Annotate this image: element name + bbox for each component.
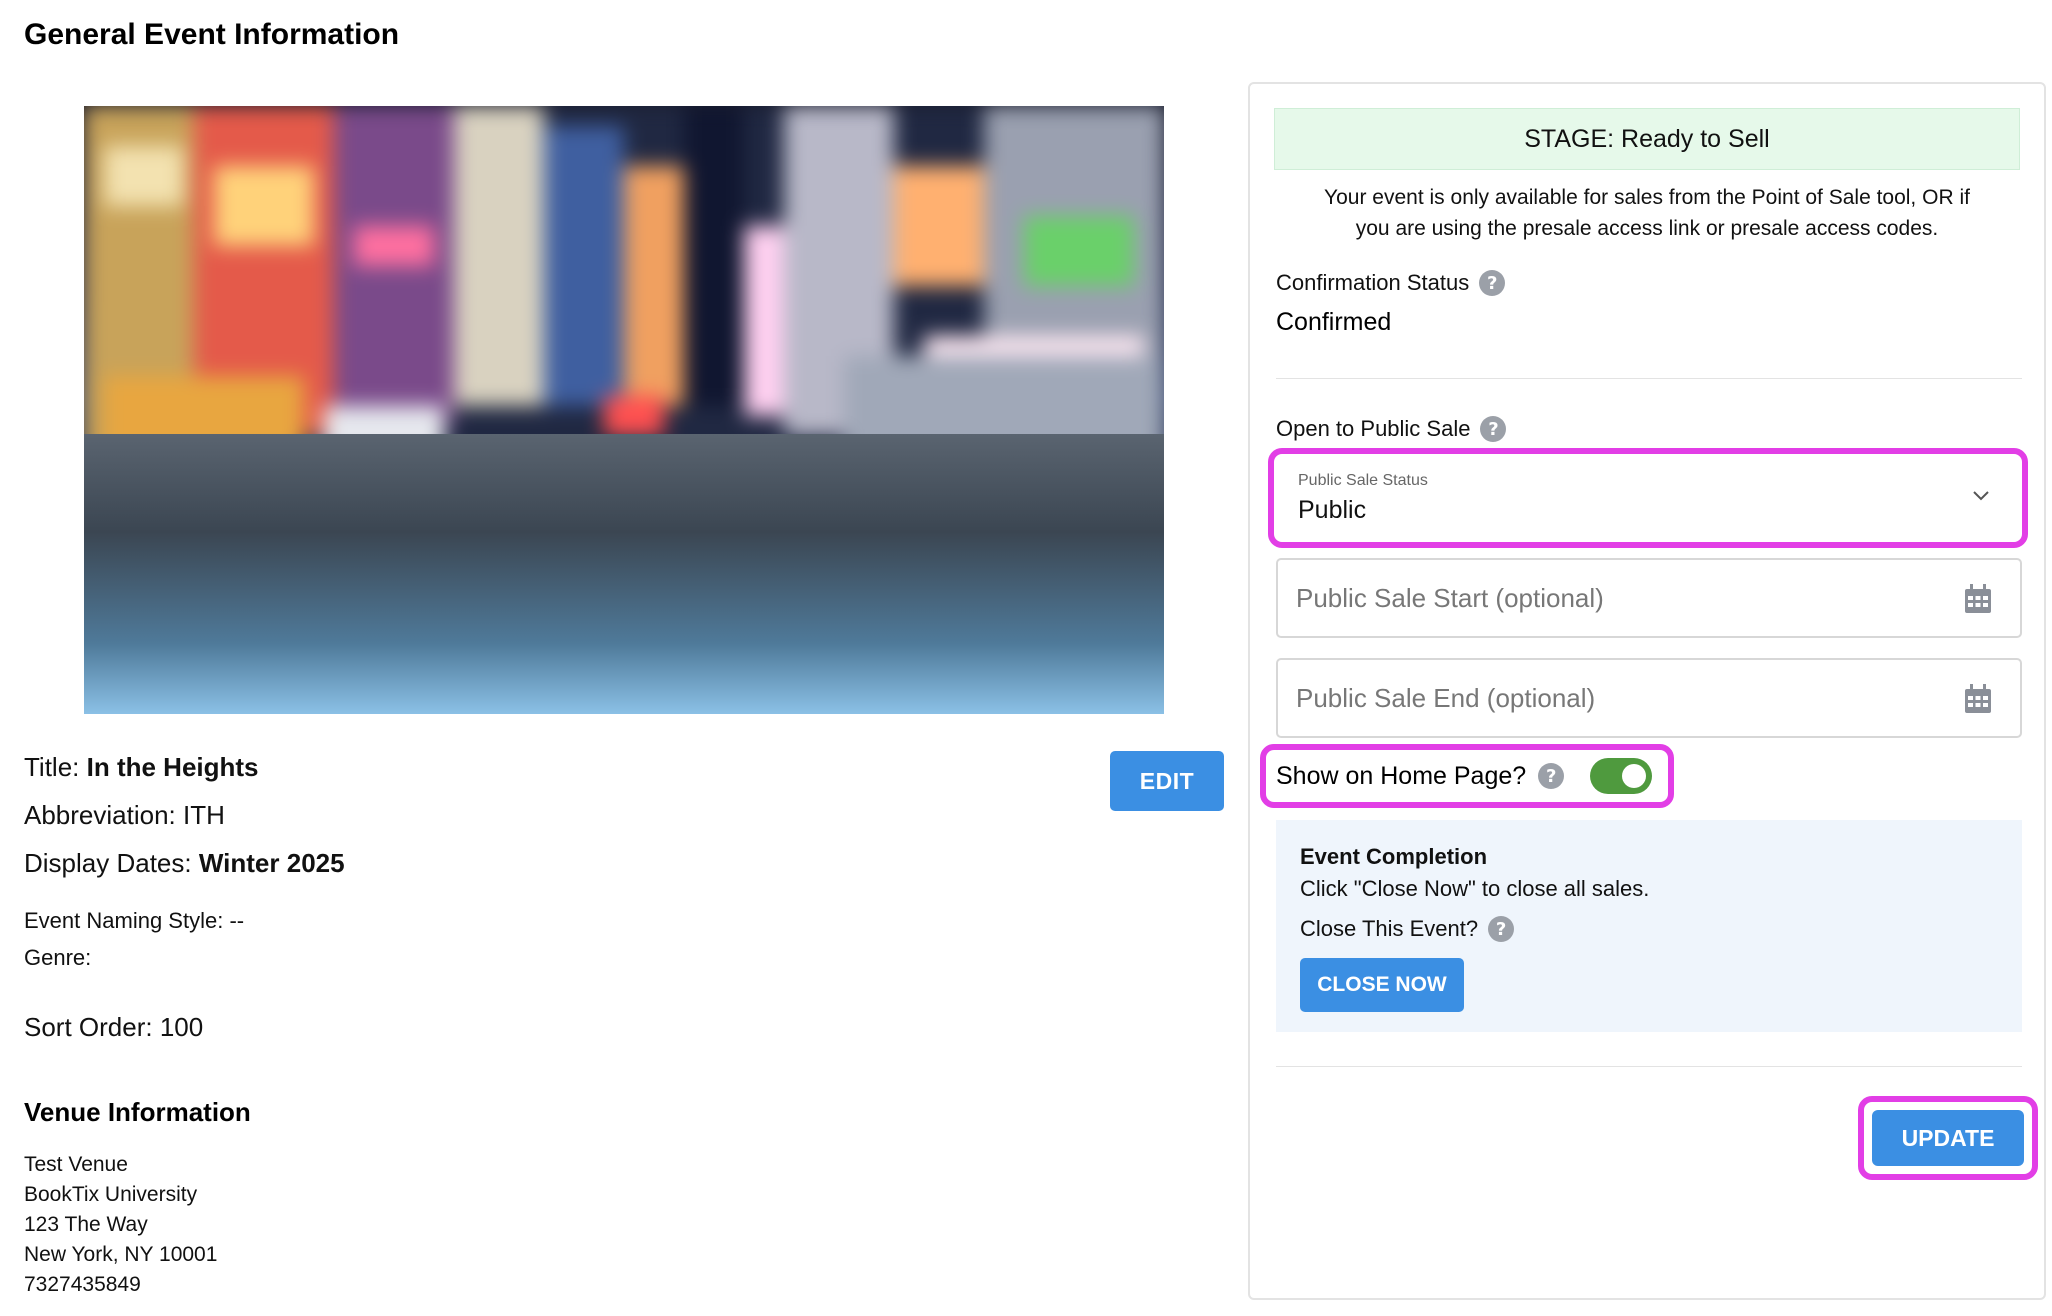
venue-name: Test Venue: [24, 1153, 128, 1176]
edit-button[interactable]: EDIT: [1110, 751, 1224, 811]
naming-style-value: --: [229, 908, 245, 933]
public-sale-start-input[interactable]: [1296, 578, 1896, 618]
update-button[interactable]: UPDATE: [1872, 1110, 2024, 1166]
event-completion-title: Event Completion: [1300, 844, 1488, 869]
help-icon[interactable]: ?: [1480, 416, 1507, 442]
public-sale-status-label: Public Sale Status: [1298, 472, 1428, 489]
sort-order-line: Sort Order: 100: [24, 1012, 204, 1042]
venue-heading: Venue Information: [24, 1097, 251, 1127]
public-sale-status-value: Public: [1298, 496, 1367, 524]
toggle-knob: [1622, 764, 1647, 788]
help-icon[interactable]: ?: [1538, 763, 1565, 789]
public-sale-end-input[interactable]: [1296, 678, 1896, 718]
public-sale-end-field[interactable]: [1276, 658, 2022, 738]
page-title: General Event Information: [24, 18, 400, 51]
divider: [1276, 378, 2022, 379]
show-home-page-toggle[interactable]: [1590, 758, 1653, 794]
open-public-sale-label: Open to Public Sale: [1276, 416, 1471, 441]
stage-description: Your event is only available for sales f…: [1324, 186, 1970, 240]
venue-org: BookTix University: [24, 1183, 198, 1206]
naming-style-line: Event Naming Style: --: [24, 908, 245, 933]
event-completion-desc: Click "Close Now" to close all sales.: [1300, 876, 1650, 901]
event-image: [84, 106, 1164, 714]
show-home-page-label: Show on Home Page?: [1276, 761, 1527, 790]
venue-street: 123 The Way: [24, 1213, 148, 1236]
event-abbrev-line: Abbreviation: ITH: [24, 800, 225, 830]
public-sale-start-field[interactable]: [1276, 558, 2022, 638]
calendar-icon[interactable]: [1964, 684, 1992, 714]
sort-order-value: 100: [159, 1012, 204, 1042]
chevron-down-icon: [1973, 491, 1989, 501]
divider: [1276, 1066, 2022, 1067]
close-event-question: Close This Event?: [1300, 916, 1479, 941]
venue-phone: 7327435849: [24, 1273, 141, 1296]
event-title-line: Title: In the Heights: [24, 752, 259, 782]
confirmation-status-label: Confirmation Status: [1276, 270, 1470, 295]
stage-banner: STAGE: Ready to Sell: [1274, 108, 2020, 170]
venue-address: Test Venue BookTix University 123 The Wa…: [24, 1150, 217, 1300]
display-dates-line: Display Dates: Winter 2025: [24, 848, 345, 878]
event-completion-box: Event Completion Click "Close Now" to cl…: [1276, 820, 2022, 1032]
genre-line: Genre:: [24, 945, 92, 970]
venue-city: New York, NY 10001: [24, 1243, 218, 1266]
public-sale-status-select[interactable]: Public Sale Status Public: [1278, 458, 2018, 538]
help-icon[interactable]: ?: [1479, 270, 1506, 296]
show-home-page-row: Show on Home Page? ?: [1276, 758, 1653, 794]
road-surface: [84, 434, 1164, 714]
close-event-question-row: Close This Event? ?: [1300, 916, 1515, 942]
confirmation-status-value: Confirmed: [1276, 308, 1392, 336]
confirmation-status-label-row: Confirmation Status ?: [1276, 270, 1506, 296]
display-dates-value: Winter 2025: [198, 848, 345, 878]
close-now-button[interactable]: CLOSE NOW: [1300, 958, 1464, 1012]
open-public-sale-label-row: Open to Public Sale ?: [1276, 416, 1507, 442]
event-abbrev-value: ITH: [183, 800, 225, 830]
event-title-value: In the Heights: [86, 752, 259, 782]
calendar-icon[interactable]: [1964, 584, 1992, 614]
help-icon[interactable]: ?: [1488, 916, 1515, 942]
